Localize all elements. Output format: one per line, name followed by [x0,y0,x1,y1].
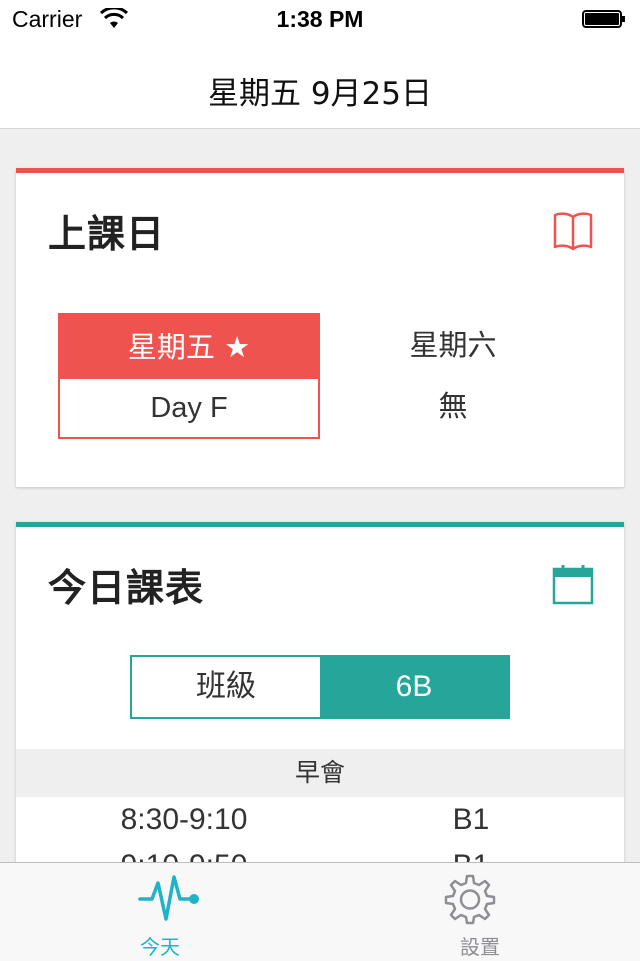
period-time: 8:30-9:10 [120,803,248,836]
tab-settings[interactable]: 設置 [320,863,640,961]
status-bar: Carrier 1:38 PM [0,0,640,40]
heartbeat-icon [138,875,199,921]
tab-today[interactable]: 今天 [0,863,320,961]
timetable-title: 今日課表 [48,566,205,610]
next-weekday: 星期六 [409,328,497,362]
calendar-icon [552,565,594,605]
section-header: 早會 [16,749,624,797]
timetable-card: 今日課表 班級 6B 早會 8:30-9:10 B1 9:10-9:50 B1 [16,522,624,887]
tab-today-label: 今天 [140,935,180,959]
segment-class[interactable]: 班級 [132,657,320,717]
segment-6b[interactable]: 6B [320,657,508,717]
today-weekday: 星期五 ★ [60,315,318,379]
page-title: 星期五 9月25日 [207,76,433,112]
list-item[interactable]: 8:30-9:10 B1 [16,803,624,847]
next-day-label: 無 [438,389,468,423]
battery-icon [582,10,625,28]
navigation-bar: 星期五 9月25日 [0,40,640,129]
school-day-card: 上課日 星期五 ★ Day F 星期六 無 [16,168,624,487]
class-segmented-control: 班級 6B [130,655,510,719]
today-day-box: 星期五 ★ Day F [58,313,320,439]
school-day-title: 上課日 [48,212,166,256]
today-day-label: Day F [150,392,228,424]
period-room: B1 [452,803,490,836]
gear-icon [444,874,496,925]
tab-settings-label: 設置 [460,935,500,959]
clock: 1:38 PM [276,6,364,32]
tab-bar: 今天 設置 [0,862,640,961]
next-day-box: 星期六 無 [322,313,584,439]
book-icon [553,212,593,251]
